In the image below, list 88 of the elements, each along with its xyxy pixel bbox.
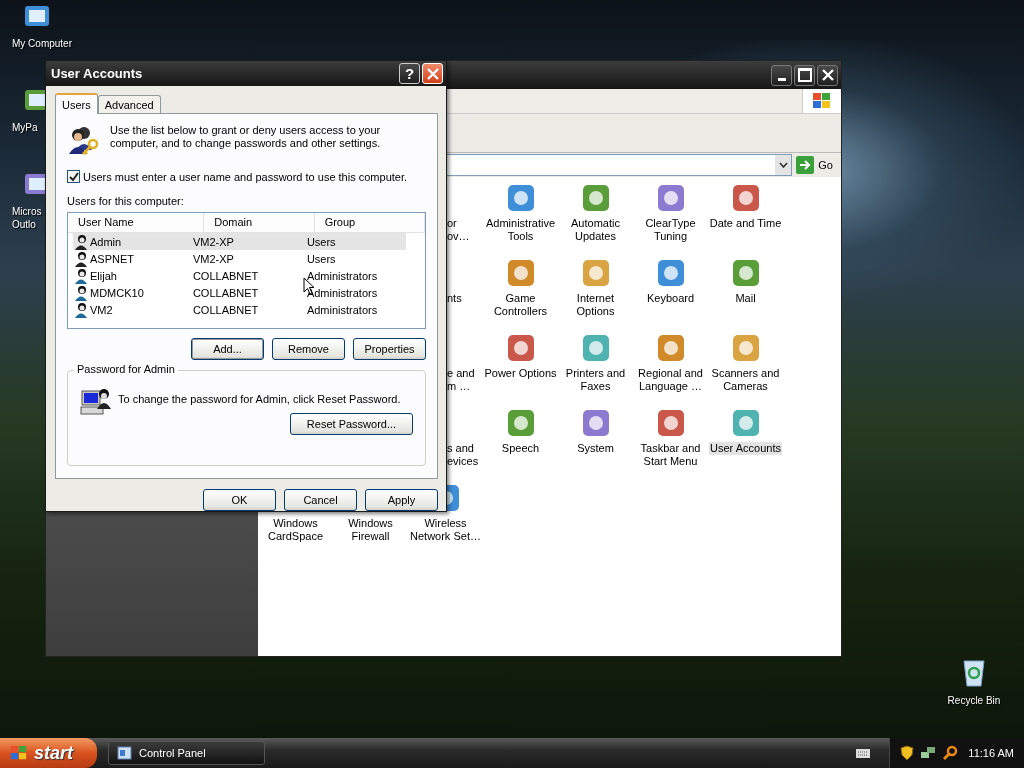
user-icon xyxy=(73,267,89,284)
user-row[interactable]: VM2 COLLABNET Administrators xyxy=(73,301,406,318)
table-cell: ASPNET xyxy=(90,252,134,265)
table-cell-text: Users xyxy=(306,252,337,265)
applet-label[interactable]: Printers and Faxes xyxy=(564,367,627,393)
table-cell: MDMCK10 xyxy=(90,286,144,299)
desktop-icon-label[interactable]: Recycle Bin xyxy=(947,694,1001,707)
close-icon xyxy=(821,69,834,81)
description-text: Use the list below to grant or deny users access to your computer, and to change passwords and other settings. xyxy=(110,124,382,151)
table-cell-text: Administrators xyxy=(306,286,379,299)
taskbar-button[interactable]: Control Panel xyxy=(108,741,265,765)
close-button[interactable] xyxy=(817,64,838,86)
dialog-button[interactable]: Add... xyxy=(191,338,264,360)
column-header[interactable]: Group xyxy=(314,213,425,232)
desktop-icon-label[interactable]: MyPa xyxy=(12,121,38,134)
checkbox-label[interactable]: Users must enter a user name and password to use this computer. xyxy=(83,170,408,183)
password-hint-text: To change the password for Admin, click Reset Password. xyxy=(118,393,401,405)
checkbox[interactable] xyxy=(67,170,80,183)
table-cell-text: VM2-XP xyxy=(192,235,235,248)
user-icon xyxy=(73,284,89,301)
applet-label[interactable]: Speech xyxy=(500,442,541,455)
minimize-button[interactable] xyxy=(771,64,792,86)
table-cell-text: COLLABNET xyxy=(192,269,260,282)
tab[interactable]: Users xyxy=(55,93,98,114)
applet-label[interactable]: Regional and Language … xyxy=(637,367,704,393)
user-icon xyxy=(73,250,89,267)
user-row[interactable]: MDMCK10 COLLABNET Administrators xyxy=(73,284,406,301)
user-icon xyxy=(73,301,89,318)
applet-label[interactable]: Keyboard xyxy=(645,292,696,305)
table-cell: VM2 xyxy=(90,303,113,316)
keyboard-icon[interactable] xyxy=(855,747,872,759)
network-icon[interactable] xyxy=(920,745,937,761)
group-title: Password for Admin xyxy=(74,363,178,375)
dialog-button[interactable]: Remove xyxy=(272,338,345,360)
applet-label[interactable]: ClearType Tuning xyxy=(644,217,697,243)
start-button[interactable]: start xyxy=(0,738,97,768)
tab[interactable]: Advanced xyxy=(97,95,161,113)
table-cell-text: Administrators xyxy=(306,269,379,282)
applet-label[interactable]: Automatic Updates xyxy=(570,217,621,243)
applet-label[interactable]: Mail xyxy=(734,292,757,305)
applet-label[interactable]: System xyxy=(576,442,615,455)
windows-logo-icon xyxy=(812,92,832,110)
user-row[interactable]: Admin VM2-XP Users xyxy=(73,233,406,250)
applet-label[interactable]: s and evices xyxy=(446,442,480,468)
table-cell: Admin xyxy=(90,235,122,248)
dialog-button[interactable]: Apply xyxy=(365,489,438,511)
table-cell-text: Administrators xyxy=(306,303,379,316)
user-row[interactable]: Elijah COLLABNET Administrators xyxy=(73,267,406,284)
applet-label[interactable]: User Accounts xyxy=(709,442,782,455)
user-row[interactable]: ASPNET VM2-XP Users xyxy=(73,250,406,267)
applet-label[interactable]: Taskbar and Start Menu xyxy=(639,442,702,468)
close-icon xyxy=(426,67,439,80)
applet-label[interactable]: Administrative Tools xyxy=(484,217,557,243)
column-header[interactable]: User Name xyxy=(68,213,205,232)
search-icon[interactable] xyxy=(942,745,959,761)
table-cell-text: COLLABNET xyxy=(192,286,260,299)
window-title: User Accounts xyxy=(51,66,143,81)
dialog-button[interactable]: Properties xyxy=(353,338,426,360)
help-button[interactable]: ? xyxy=(399,63,420,84)
table-cell-text: COLLABNET xyxy=(192,303,260,316)
table-cell: Elijah xyxy=(90,269,117,282)
table-cell-text: VM2-XP xyxy=(192,252,235,265)
applet-label[interactable]: or ov… xyxy=(446,217,471,243)
table-cell-text: Users xyxy=(306,235,337,248)
applet-label[interactable]: Power Options xyxy=(483,367,558,380)
clock: 11:16 AM xyxy=(968,747,1014,759)
shield-icon[interactable] xyxy=(900,745,915,761)
applet-label[interactable]: Windows CardSpace xyxy=(266,517,324,543)
windows-logo-icon xyxy=(10,745,28,761)
applet-label[interactable]: Game Controllers xyxy=(492,292,549,318)
applet-label[interactable]: Internet Options xyxy=(575,292,616,318)
dialog-button[interactable]: OK xyxy=(203,489,276,511)
desktop-icon-label[interactable]: Micros Outlo xyxy=(12,205,42,231)
maximize-button[interactable] xyxy=(794,64,815,86)
applet-label[interactable]: Wireless Network Set… xyxy=(409,517,482,543)
window-icon xyxy=(117,745,133,761)
applet-label[interactable]: Scanners and Cameras xyxy=(710,367,781,393)
users-key-icon xyxy=(67,124,101,156)
list-label: Users for this computer: xyxy=(67,195,184,207)
applet-label[interactable]: nts xyxy=(446,292,463,305)
applet-label[interactable]: Windows Firewall xyxy=(347,517,394,543)
reset-password-button[interactable]: Reset Password... xyxy=(290,413,413,435)
column-header[interactable]: Domain xyxy=(204,213,315,232)
user-icon xyxy=(73,233,89,250)
applet-label[interactable]: e and m … xyxy=(446,367,476,393)
desktop-icon-label[interactable]: My Computer xyxy=(12,37,72,50)
applet-label[interactable]: Date and Time xyxy=(708,217,783,230)
dialog-button[interactable]: Cancel xyxy=(284,489,357,511)
